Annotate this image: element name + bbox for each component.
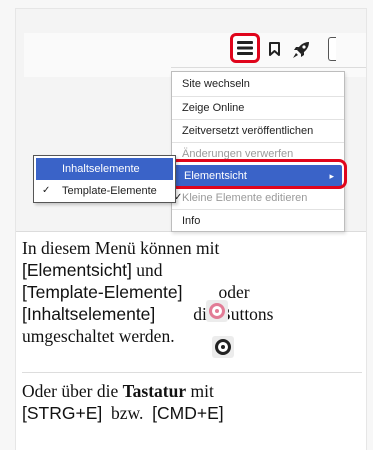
help-card: Site wechseln Zeige Online Zeitversetzt … [16,9,366,450]
bookmark-icon [268,42,280,56]
text-fragment: Oder über die [22,381,123,401]
menu-item-label: Zeitversetzt veröffentlichen [182,125,314,137]
mac-shortcut: [CMD+E] [152,403,224,423]
explanation-line: [Elementsicht] und [22,259,362,281]
template-elemente-target-icon [209,303,225,319]
elementsicht-highlight-frame [169,159,347,189]
elementsicht-submenu: Inhaltselemente ✓ Template-Elemente [33,155,176,203]
shortcut-line: Oder über die Tastatur mit [22,380,362,402]
submenu-item-template-elemente[interactable]: ✓ Template-Elemente [34,180,175,202]
rocket-button[interactable] [290,39,312,61]
text-fragment: bzw. [102,403,153,423]
menu-item-zeige-online[interactable]: Zeige Online [172,97,344,119]
divider [22,372,362,373]
explanation-line: [Inhaltselemente] die Buttons [22,303,362,325]
explanation-line: [Template-Elemente] oder [22,281,362,303]
rocket-icon [293,42,309,58]
keyboard-emphasis: Tastatur [122,381,187,401]
toolbar-divider [171,67,366,68]
shortcut-paragraph: Oder über die Tastatur mit [STRG+E] bzw.… [22,380,362,424]
explanation-paragraph: In diesem Menü können mit [Elementsicht]… [22,237,362,347]
inhaltselemente-reference: [Inhaltselemente] [22,304,156,324]
elementsicht-reference: [Elementsicht] [22,260,132,280]
text-fragment: oder [218,282,250,302]
partial-toolbar-button[interactable] [328,37,336,61]
menu-item-label: Kleine Elemente editieren [182,192,308,204]
menu-item-info[interactable]: Info [172,210,344,232]
check-icon: ✓ [42,185,51,196]
menu-item-label: Info [182,215,201,227]
menu-item-label: Site wechseln [182,78,250,90]
main-dropdown-menu: Site wechseln Zeige Online Zeitversetzt … [171,71,345,232]
text-fragment: mit [186,381,214,401]
hamburger-menu-icon [237,41,253,55]
template-elemente-reference: [Template-Elemente] [22,282,183,302]
windows-shortcut: [STRG+E] [22,403,103,423]
menu-item-zeitversetzt[interactable]: Zeitversetzt veröffentlichen [172,120,344,142]
hamburger-menu-button[interactable] [230,33,260,63]
submenu-item-label: Template-Elemente [62,185,157,197]
menu-item-label: Zeige Online [182,102,245,114]
submenu-item-label: Inhaltselemente [62,163,140,175]
shortcut-line: [STRG+E] bzw. [CMD+E] [22,402,362,424]
explanation-line: umgeschaltet werden. [22,326,175,346]
explanation-line: In diesem Menü können mit [22,238,220,258]
menu-screenshot: Site wechseln Zeige Online Zeitversetzt … [16,9,366,232]
menu-item-kleine-elemente[interactable]: ✓ Kleine Elemente editieren [172,187,344,209]
bookmark-button[interactable] [266,40,282,58]
menu-item-site-wechseln[interactable]: Site wechseln [172,73,344,95]
inhaltselemente-target-icon [215,339,231,355]
submenu-item-inhaltselemente[interactable]: Inhaltselemente [36,158,173,180]
text-fragment: und [131,260,163,280]
